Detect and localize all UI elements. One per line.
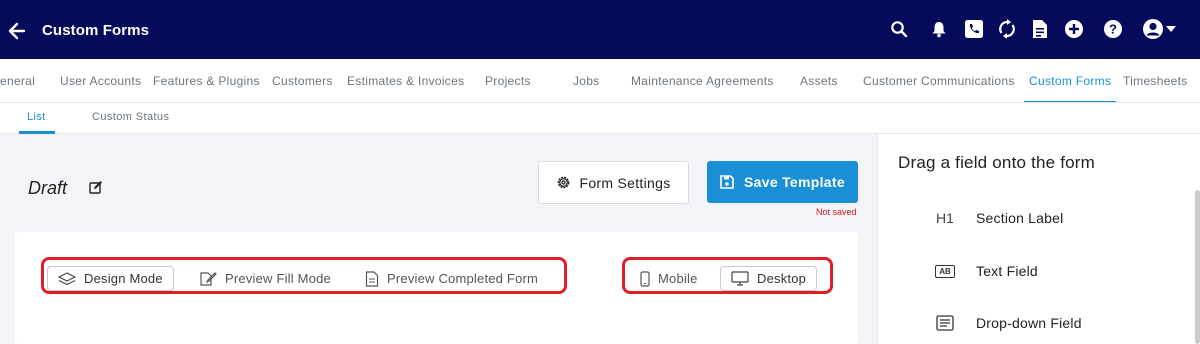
desktop-button[interactable]: Desktop — [720, 266, 818, 291]
field-palette: Drag a field onto the form H1 Section La… — [877, 134, 1200, 344]
tab-custom-forms[interactable]: Custom Forms — [1029, 74, 1111, 88]
save-template-button[interactable]: Save Template — [707, 161, 858, 203]
text-field-icon: AB — [934, 262, 956, 280]
device-switcher: Mobile Desktop — [622, 257, 833, 294]
preview-fill-mode-label: Preview Fill Mode — [225, 271, 331, 286]
preview-fill-mode-button[interactable]: Preview Fill Mode — [195, 266, 335, 291]
app-header: Custom Forms ? — [0, 0, 1200, 59]
tab-timesheets[interactable]: Timesheets — [1123, 74, 1188, 88]
completed-form-icon — [365, 270, 379, 287]
heading-icon: H1 — [934, 209, 956, 227]
palette-item-label: Drop-down Field — [976, 315, 1082, 331]
tab-features-plugins[interactable]: Features & Plugins — [153, 74, 260, 88]
tab-customers[interactable]: Customers — [272, 74, 333, 88]
desktop-icon — [731, 271, 749, 286]
gear-icon — [558, 176, 570, 189]
tab-general[interactable]: eneral — [0, 74, 35, 88]
help-icon[interactable]: ? — [1102, 18, 1124, 40]
palette-item-dropdown-field[interactable]: Drop-down Field — [934, 311, 1184, 335]
account-icon — [1143, 19, 1163, 39]
tab-jobs[interactable]: Jobs — [573, 74, 600, 88]
save-template-label: Save Template — [744, 174, 845, 190]
palette-item-label: Text Field — [976, 263, 1038, 279]
palette-item-text-field[interactable]: AB Text Field — [934, 259, 1184, 283]
tab-customer-communications[interactable]: Customer Communications — [863, 74, 1015, 88]
edit-icon[interactable] — [89, 180, 103, 194]
tab-projects[interactable]: Projects — [485, 74, 531, 88]
mobile-label: Mobile — [658, 271, 698, 286]
design-mode-button[interactable]: Design Mode — [47, 266, 174, 291]
heading-icon-text: H1 — [936, 210, 954, 226]
plus-circle-icon[interactable] — [1063, 18, 1085, 40]
settings-tabs: eneral User Accounts Features & Plugins … — [0, 59, 1200, 103]
form-name: Draft — [28, 178, 68, 198]
form-settings-button[interactable]: Form Settings — [538, 161, 689, 204]
subtab-custom-status[interactable]: Custom Status — [92, 111, 169, 123]
save-status: Not saved — [816, 207, 857, 217]
palette-item-label: Section Label — [976, 210, 1064, 226]
bell-icon[interactable] — [928, 18, 950, 40]
preview-completed-form-label: Preview Completed Form — [387, 271, 539, 286]
layers-icon — [58, 271, 76, 285]
phone-icon[interactable] — [963, 18, 985, 40]
account-menu[interactable] — [1141, 18, 1177, 40]
pencil-form-icon — [200, 271, 217, 286]
document-icon[interactable] — [1029, 18, 1051, 40]
tab-user-accounts[interactable]: User Accounts — [60, 74, 141, 88]
tab-maintenance-agreements[interactable]: Maintenance Agreements — [631, 74, 774, 88]
palette-title: Drag a field onto the form — [898, 153, 1096, 172]
search-icon[interactable] — [888, 18, 910, 40]
back-arrow-icon[interactable] — [6, 20, 28, 42]
text-field-icon-text: AB — [935, 264, 955, 278]
form-settings-label: Form Settings — [579, 174, 671, 191]
caret-down-icon — [1166, 26, 1176, 32]
palette-item-section-label[interactable]: H1 Section Label — [934, 206, 1184, 230]
subtab-list[interactable]: List — [27, 111, 46, 123]
custom-forms-subtabs: List Custom Status — [0, 103, 1200, 134]
preview-completed-form-button[interactable]: Preview Completed Form — [361, 266, 542, 291]
desktop-label: Desktop — [757, 271, 807, 286]
dropdown-field-icon — [934, 314, 956, 332]
tab-assets[interactable]: Assets — [800, 74, 838, 88]
palette-scrollbar[interactable] — [1195, 190, 1200, 344]
tab-estimates-invoices[interactable]: Estimates & Invoices — [347, 74, 464, 88]
design-mode-label: Design Mode — [84, 271, 163, 286]
save-icon — [720, 175, 734, 189]
svg-text:?: ? — [1109, 22, 1117, 37]
mobile-button[interactable]: Mobile — [636, 266, 702, 291]
sync-icon[interactable] — [996, 18, 1018, 40]
view-mode-switcher: Design Mode Preview Fill Mode Preview Co… — [41, 257, 567, 294]
page-title: Custom Forms — [42, 22, 150, 39]
mobile-icon — [640, 270, 650, 287]
form-editor: Draft Form Settings Save Template Not sa… — [0, 134, 877, 344]
